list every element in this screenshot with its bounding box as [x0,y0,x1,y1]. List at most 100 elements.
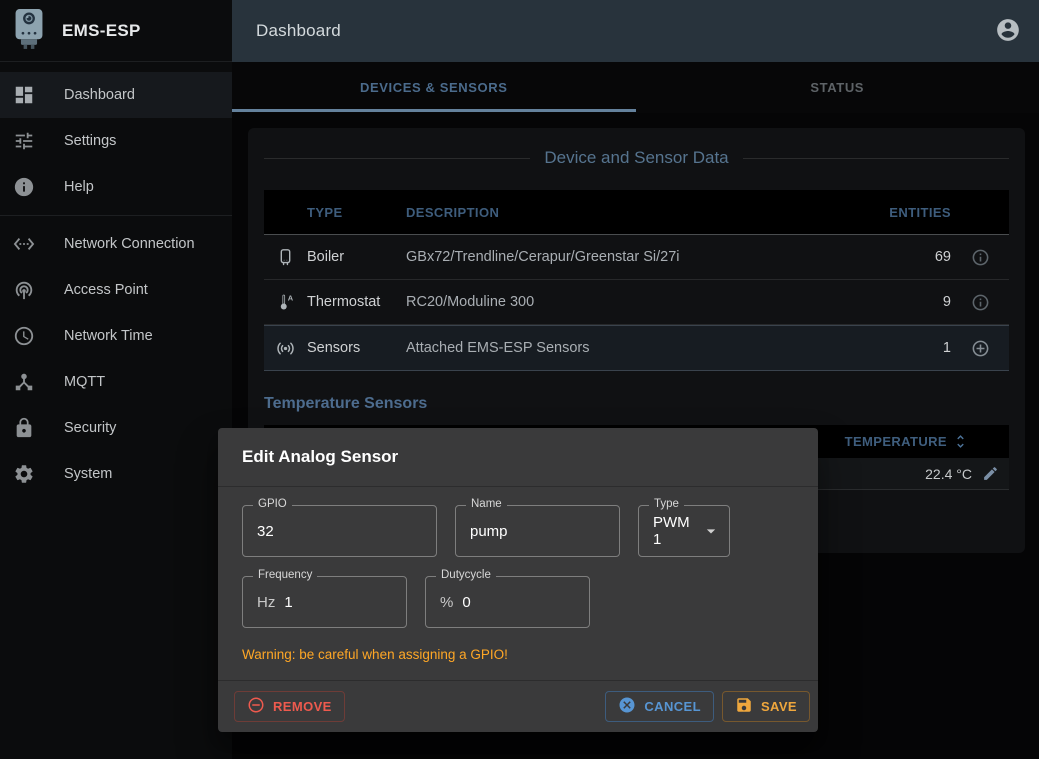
sidebar-item-network-time[interactable]: Network Time [0,313,232,359]
sidebar-item-help[interactable]: Help [0,164,232,210]
info-icon [13,176,35,198]
tune-icon [13,130,35,152]
remove-button[interactable]: REMOVE [234,691,345,722]
device-type: Sensors [307,340,406,356]
account-circle-icon [995,17,1021,46]
remove-circle-icon [247,696,265,717]
frequency-field[interactable]: Frequency Hz 1 [242,576,407,628]
clock-icon [13,325,35,347]
sidebar-item-label: MQTT [64,374,105,390]
column-description: DESCRIPTION [406,205,889,220]
save-button-label: SAVE [761,699,797,714]
svg-text:A: A [288,293,294,302]
sidebar-item-system[interactable]: System [0,451,232,497]
column-type: TYPE [307,205,406,220]
frequency-field-value: 1 [284,594,292,611]
cancel-button-label: CANCEL [644,699,701,714]
tab-label: STATUS [810,80,864,95]
boiler-icon [264,247,307,268]
temperature-value: 22.4 °C [925,466,972,482]
cancel-circle-icon [618,696,636,717]
name-field[interactable]: Name pump [455,505,620,557]
pencil-icon[interactable] [982,465,999,482]
ethernet-code-icon [13,233,35,255]
type-select[interactable]: Type PWM 1 [638,505,730,557]
tab-devices-sensors[interactable]: DEVICES & SENSORS [232,62,636,113]
gpio-field-label: GPIO [253,498,292,510]
section-legend: Device and Sensor Data [264,148,1009,168]
save-button[interactable]: SAVE [722,691,810,722]
sidebar-divider [0,215,232,216]
table-row-sensors[interactable]: Sensors Attached EMS-ESP Sensors 1 [264,325,1009,371]
dialog-footer: REMOVE CANCEL SAVE [218,680,818,732]
dutycycle-unit: % [440,594,453,611]
appbar: Dashboard [232,0,1039,62]
device-description: Attached EMS-ESP Sensors [406,340,889,356]
device-entities: 1 [889,340,951,356]
device-type: Boiler [307,249,406,265]
sidebar-item-mqtt[interactable]: MQTT [0,359,232,405]
sidebar-item-security[interactable]: Security [0,405,232,451]
sidebar-item-dashboard[interactable]: Dashboard [0,72,232,118]
type-select-value: PWM 1 [653,514,701,548]
legend-line [743,158,1009,159]
dutycycle-field-label: Dutycycle [436,569,496,581]
sidebar-item-label: Settings [64,133,116,149]
table-row-boiler[interactable]: Boiler GBx72/Trendline/Cerapur/Greenstar… [264,235,1009,280]
sidebar-item-label: Security [64,420,116,436]
device-entities: 69 [889,249,951,265]
account-button[interactable] [993,16,1023,46]
gear-icon [13,463,35,485]
device-table: TYPE DESCRIPTION ENTITIES Boiler GBx72/T… [264,190,1009,371]
sidebar: EMS-ESP Dashboard Settings Help [0,0,232,759]
device-type: Thermostat [307,294,406,310]
sidebar-item-access-point[interactable]: Access Point [0,267,232,313]
dialog-title: Edit Analog Sensor [218,428,818,487]
save-floppy-icon [735,696,753,717]
gpio-field[interactable]: GPIO 32 [242,505,437,557]
dropdown-caret-icon [701,521,721,541]
sidebar-item-label: Network Connection [64,236,195,252]
wifi-tethering-icon [13,279,35,301]
temperature-sensors-title: Temperature Sensors [264,395,1009,413]
add-circle-icon[interactable] [951,339,1009,358]
tabbar: DEVICES & SENSORS STATUS [232,62,1039,113]
unfold-more-icon[interactable] [952,433,969,450]
sidebar-item-network-connection[interactable]: Network Connection [0,221,232,267]
page-title: Dashboard [256,21,341,41]
sidebar-item-label: Help [64,179,94,195]
tab-label: DEVICES & SENSORS [360,80,507,95]
gpio-warning-text: Warning: be careful when assigning a GPI… [242,647,794,662]
brand: EMS-ESP [0,0,232,62]
dutycycle-field-value: 0 [462,594,470,611]
thermostat-icon: A [264,292,307,313]
signal-sensor-icon [264,338,307,359]
sidebar-item-label: Access Point [64,282,148,298]
app-root: EMS-ESP Dashboard Settings Help [0,0,1039,759]
sidebar-item-label: Dashboard [64,87,135,103]
dutycycle-field[interactable]: Dutycycle % 0 [425,576,590,628]
info-outline-icon[interactable] [951,248,1009,267]
lock-icon [13,417,35,439]
device-hub-icon [13,371,35,393]
table-row-thermostat[interactable]: A Thermostat RC20/Moduline 300 9 [264,280,1009,325]
name-field-label: Name [466,498,507,510]
name-field-value: pump [470,523,508,540]
boiler-logo-icon [10,7,48,55]
remove-button-label: REMOVE [273,699,332,714]
device-description: GBx72/Trendline/Cerapur/Greenstar Si/27i [406,249,889,265]
column-temperature: TEMPERATURE [845,434,947,449]
sidebar-item-label: Network Time [64,328,153,344]
cancel-button[interactable]: CANCEL [605,691,714,722]
info-outline-icon[interactable] [951,293,1009,312]
sidebar-item-settings[interactable]: Settings [0,118,232,164]
column-entities: ENTITIES [889,205,951,220]
frequency-unit: Hz [257,594,275,611]
device-table-header: TYPE DESCRIPTION ENTITIES [264,190,1009,235]
sidebar-item-label: System [64,466,112,482]
dashboard-grid-icon [13,84,35,106]
dialog-body: GPIO 32 Name pump Type PWM 1 Frequenc [218,487,818,662]
frequency-field-label: Frequency [253,569,317,581]
tab-status[interactable]: STATUS [636,62,1039,113]
device-description: RC20/Moduline 300 [406,294,889,310]
